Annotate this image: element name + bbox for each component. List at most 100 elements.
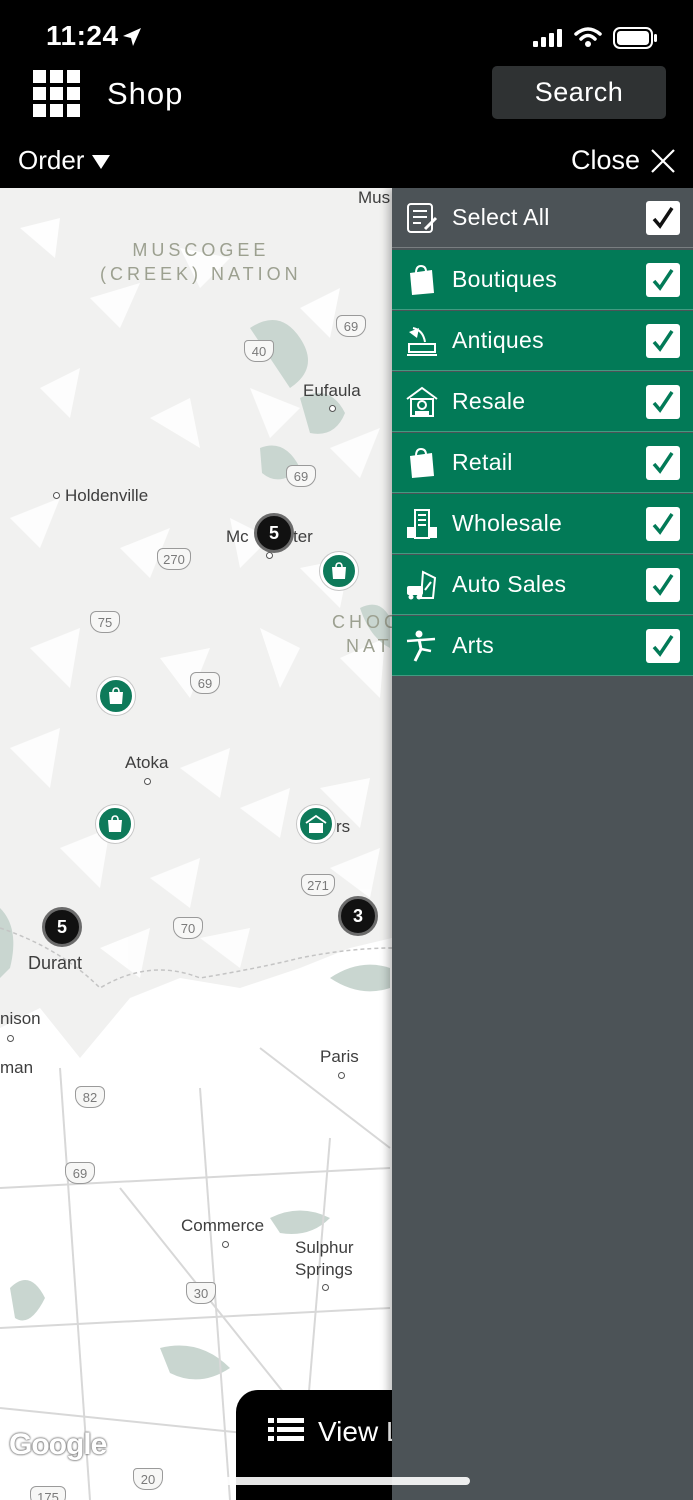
shopping-bag-icon: [404, 262, 440, 298]
filter-label: Select All: [452, 204, 550, 230]
filter-label: Retail: [452, 449, 513, 475]
highway-shield: 175: [30, 1486, 66, 1500]
filter-item-wholesale[interactable]: Wholesale: [392, 494, 693, 554]
wifi-icon: [574, 27, 602, 47]
filter-label: Arts: [452, 632, 495, 658]
place-dot: [338, 1072, 345, 1079]
filter-checkbox[interactable]: [646, 262, 680, 297]
highway-shield: 30: [186, 1282, 216, 1304]
place-label-atoka: Atoka: [125, 753, 169, 772]
map-pin-boutique[interactable]: [320, 552, 358, 590]
store-house-icon: [305, 814, 327, 833]
highway-shield: 20: [133, 1468, 163, 1490]
filter-checkbox[interactable]: [646, 323, 680, 358]
place-label-mcalester-tail: ter: [293, 527, 313, 546]
filter-label: Resale: [452, 388, 526, 414]
filter-checkbox[interactable]: [646, 445, 680, 480]
page-title: Shop: [107, 76, 184, 111]
place-dot: [322, 1284, 329, 1291]
google-logo: Google: [9, 1428, 107, 1461]
search-button[interactable]: Search: [492, 66, 666, 119]
region-label-muscogee: MUSCOGEE (CREEK) NATION: [100, 240, 302, 284]
filter-panel: Select All Boutiques Antiques Resale Ret…: [392, 188, 693, 1500]
filter-checkbox[interactable]: [646, 384, 680, 419]
status-bar: 11:24: [0, 0, 693, 64]
highway-shield: 270: [157, 548, 191, 570]
order-label: Order: [18, 145, 85, 175]
filter-item-resale[interactable]: Resale: [392, 372, 693, 432]
place-label-antlers-tail: rs: [336, 817, 351, 836]
place-label-mcalester: Mc: [226, 527, 249, 546]
store-house-icon: [404, 384, 440, 420]
checkmark-icon: [652, 268, 674, 291]
checkmark-icon: [652, 390, 674, 413]
map-cluster[interactable]: 5: [42, 907, 82, 947]
shopping-bag-icon: [404, 445, 440, 481]
place-dot: [144, 778, 151, 785]
place-label-eufaula: Eufaula: [303, 381, 361, 400]
highway-shield: 69: [336, 315, 366, 337]
region-label-choctaw: CHOC NAT: [332, 612, 401, 656]
map-cluster[interactable]: 3: [338, 896, 378, 936]
filter-item-antiques[interactable]: Antiques: [392, 311, 693, 371]
highway-shield: 271: [301, 874, 335, 896]
close-label: Close: [570, 145, 640, 175]
cellular-signal-icon: [533, 29, 562, 47]
place-label-durant: Durant: [28, 953, 83, 973]
filter-select-all[interactable]: Select All: [392, 188, 693, 248]
home-indicator: [222, 1477, 470, 1485]
battery-icon: [613, 27, 657, 49]
caret-down-icon: [92, 154, 111, 169]
checkmark-icon: [652, 634, 674, 657]
place-dot: [53, 492, 60, 499]
checkmark-icon: [652, 451, 674, 474]
place-dot: [266, 552, 273, 559]
shopping-bag-icon: [108, 815, 122, 832]
map-pin-boutique[interactable]: [97, 677, 135, 715]
filter-checkbox[interactable]: [646, 628, 680, 663]
filter-item-auto-sales[interactable]: Auto Sales: [392, 555, 693, 615]
select-all-checkbox[interactable]: [646, 200, 680, 235]
app-header: Shop Search Order Close: [0, 64, 693, 188]
place-label-denison: nison: [0, 1009, 41, 1028]
highway-shield: 75: [90, 611, 120, 633]
order-dropdown[interactable]: Order: [18, 145, 111, 176]
place-dot: [222, 1241, 229, 1248]
checkmark-icon: [652, 512, 674, 535]
shopping-bag-icon: [332, 562, 346, 579]
apps-grid-icon[interactable]: [33, 70, 81, 118]
filter-label: Wholesale: [452, 510, 563, 536]
map-pin-resale[interactable]: [297, 805, 335, 843]
list-icon: [268, 1418, 304, 1441]
filter-item-boutiques[interactable]: Boutiques: [392, 250, 693, 310]
location-arrow-icon: [123, 28, 141, 46]
checklist-icon: [404, 200, 440, 236]
highway-shield: 82: [75, 1086, 105, 1108]
place-label-springs: Springs: [295, 1260, 353, 1279]
checkmark-icon: [652, 329, 674, 352]
checkmark-icon: [652, 573, 674, 596]
filter-label: Auto Sales: [452, 571, 567, 597]
filter-item-retail[interactable]: Retail: [392, 433, 693, 493]
view-list-label: View L: [318, 1416, 402, 1447]
place-label-sherman: man: [0, 1058, 34, 1077]
place-label-muskogee: Mus: [358, 188, 391, 207]
place-label-paris: Paris: [320, 1047, 359, 1066]
filter-label: Antiques: [452, 327, 544, 353]
checkmark-icon: [652, 206, 674, 229]
car-tag-icon: [404, 567, 440, 603]
highway-shield: 69: [65, 1162, 95, 1184]
filter-checkbox[interactable]: [646, 506, 680, 541]
highway-shield: 40: [244, 340, 274, 362]
map-cluster[interactable]: 5: [254, 513, 294, 553]
filter-item-arts[interactable]: Arts: [392, 616, 693, 676]
place-label-commerce: Commerce: [181, 1216, 265, 1235]
place-dot: [329, 405, 336, 412]
filter-checkbox[interactable]: [646, 567, 680, 602]
close-button[interactable]: Close: [571, 145, 676, 176]
highway-shield: 70: [173, 917, 203, 939]
place-dot: [7, 1035, 14, 1042]
map-pin-boutique[interactable]: [96, 805, 134, 843]
place-label-sulphur: Sulphur: [295, 1238, 354, 1257]
highway-shield: 69: [286, 465, 316, 487]
